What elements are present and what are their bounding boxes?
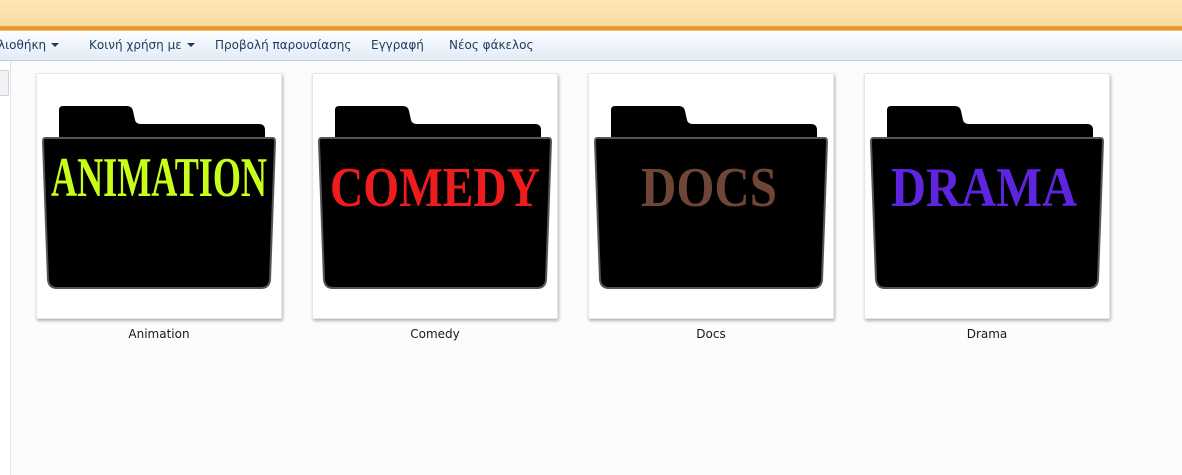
folder-art-text: COMEDY	[330, 157, 540, 219]
share-with-menu-button[interactable]: Κοινή χρήση με	[89, 31, 195, 60]
folder-thumbnail: COMEDY	[312, 73, 558, 319]
new-folder-label: Νέος φάκελος	[449, 38, 534, 52]
library-menu-label: λιοθήκη	[0, 38, 47, 52]
navigation-pane	[0, 61, 11, 475]
folder-thumbnail: DOCS	[588, 73, 834, 319]
folder-icon: DOCS	[593, 106, 829, 289]
folder-icon: DRAMA	[869, 106, 1105, 289]
folder-item-drama[interactable]: DRAMA Drama	[864, 73, 1110, 341]
burn-label: Εγγραφή	[371, 38, 424, 52]
folder-item-docs[interactable]: DOCS Docs	[588, 73, 834, 341]
folder-thumbnail: DRAMA	[864, 73, 1110, 319]
slideshow-button[interactable]: Προβολή παρουσίασης	[215, 31, 351, 60]
burn-button[interactable]: Εγγραφή	[371, 31, 424, 60]
file-list-view: ANIMATION Animation COMEDY Comedy DOCS D…	[11, 61, 1182, 475]
chevron-down-icon	[51, 43, 60, 47]
folder-name: Comedy	[410, 327, 460, 341]
chevron-down-icon	[186, 43, 195, 47]
nav-pane-scrollbar[interactable]	[0, 70, 9, 96]
share-with-label: Κοινή χρήση με	[89, 38, 182, 52]
folder-item-comedy[interactable]: COMEDY Comedy	[312, 73, 558, 341]
folder-thumbnail: ANIMATION	[36, 73, 282, 319]
folder-icon: COMEDY	[317, 106, 553, 289]
slideshow-label: Προβολή παρουσίασης	[215, 38, 352, 52]
folder-name: Docs	[696, 327, 726, 341]
folder-item-animation[interactable]: ANIMATION Animation	[36, 73, 282, 341]
library-menu-button[interactable]: λιοθήκη	[0, 31, 60, 60]
window-title-bar	[0, 0, 1182, 27]
folder-icon: ANIMATION	[41, 106, 277, 289]
folder-art-text: ANIMATION	[51, 147, 267, 209]
folder-name: Drama	[966, 327, 1008, 341]
folder-art-text: DOCS	[641, 157, 777, 219]
new-folder-button[interactable]: Νέος φάκελος	[449, 31, 534, 60]
folder-name: Animation	[128, 327, 190, 341]
command-bar: λιοθήκη Κοινή χρήση με Προβολή παρουσίασ…	[0, 31, 1182, 61]
folder-art-text: DRAMA	[891, 157, 1077, 219]
